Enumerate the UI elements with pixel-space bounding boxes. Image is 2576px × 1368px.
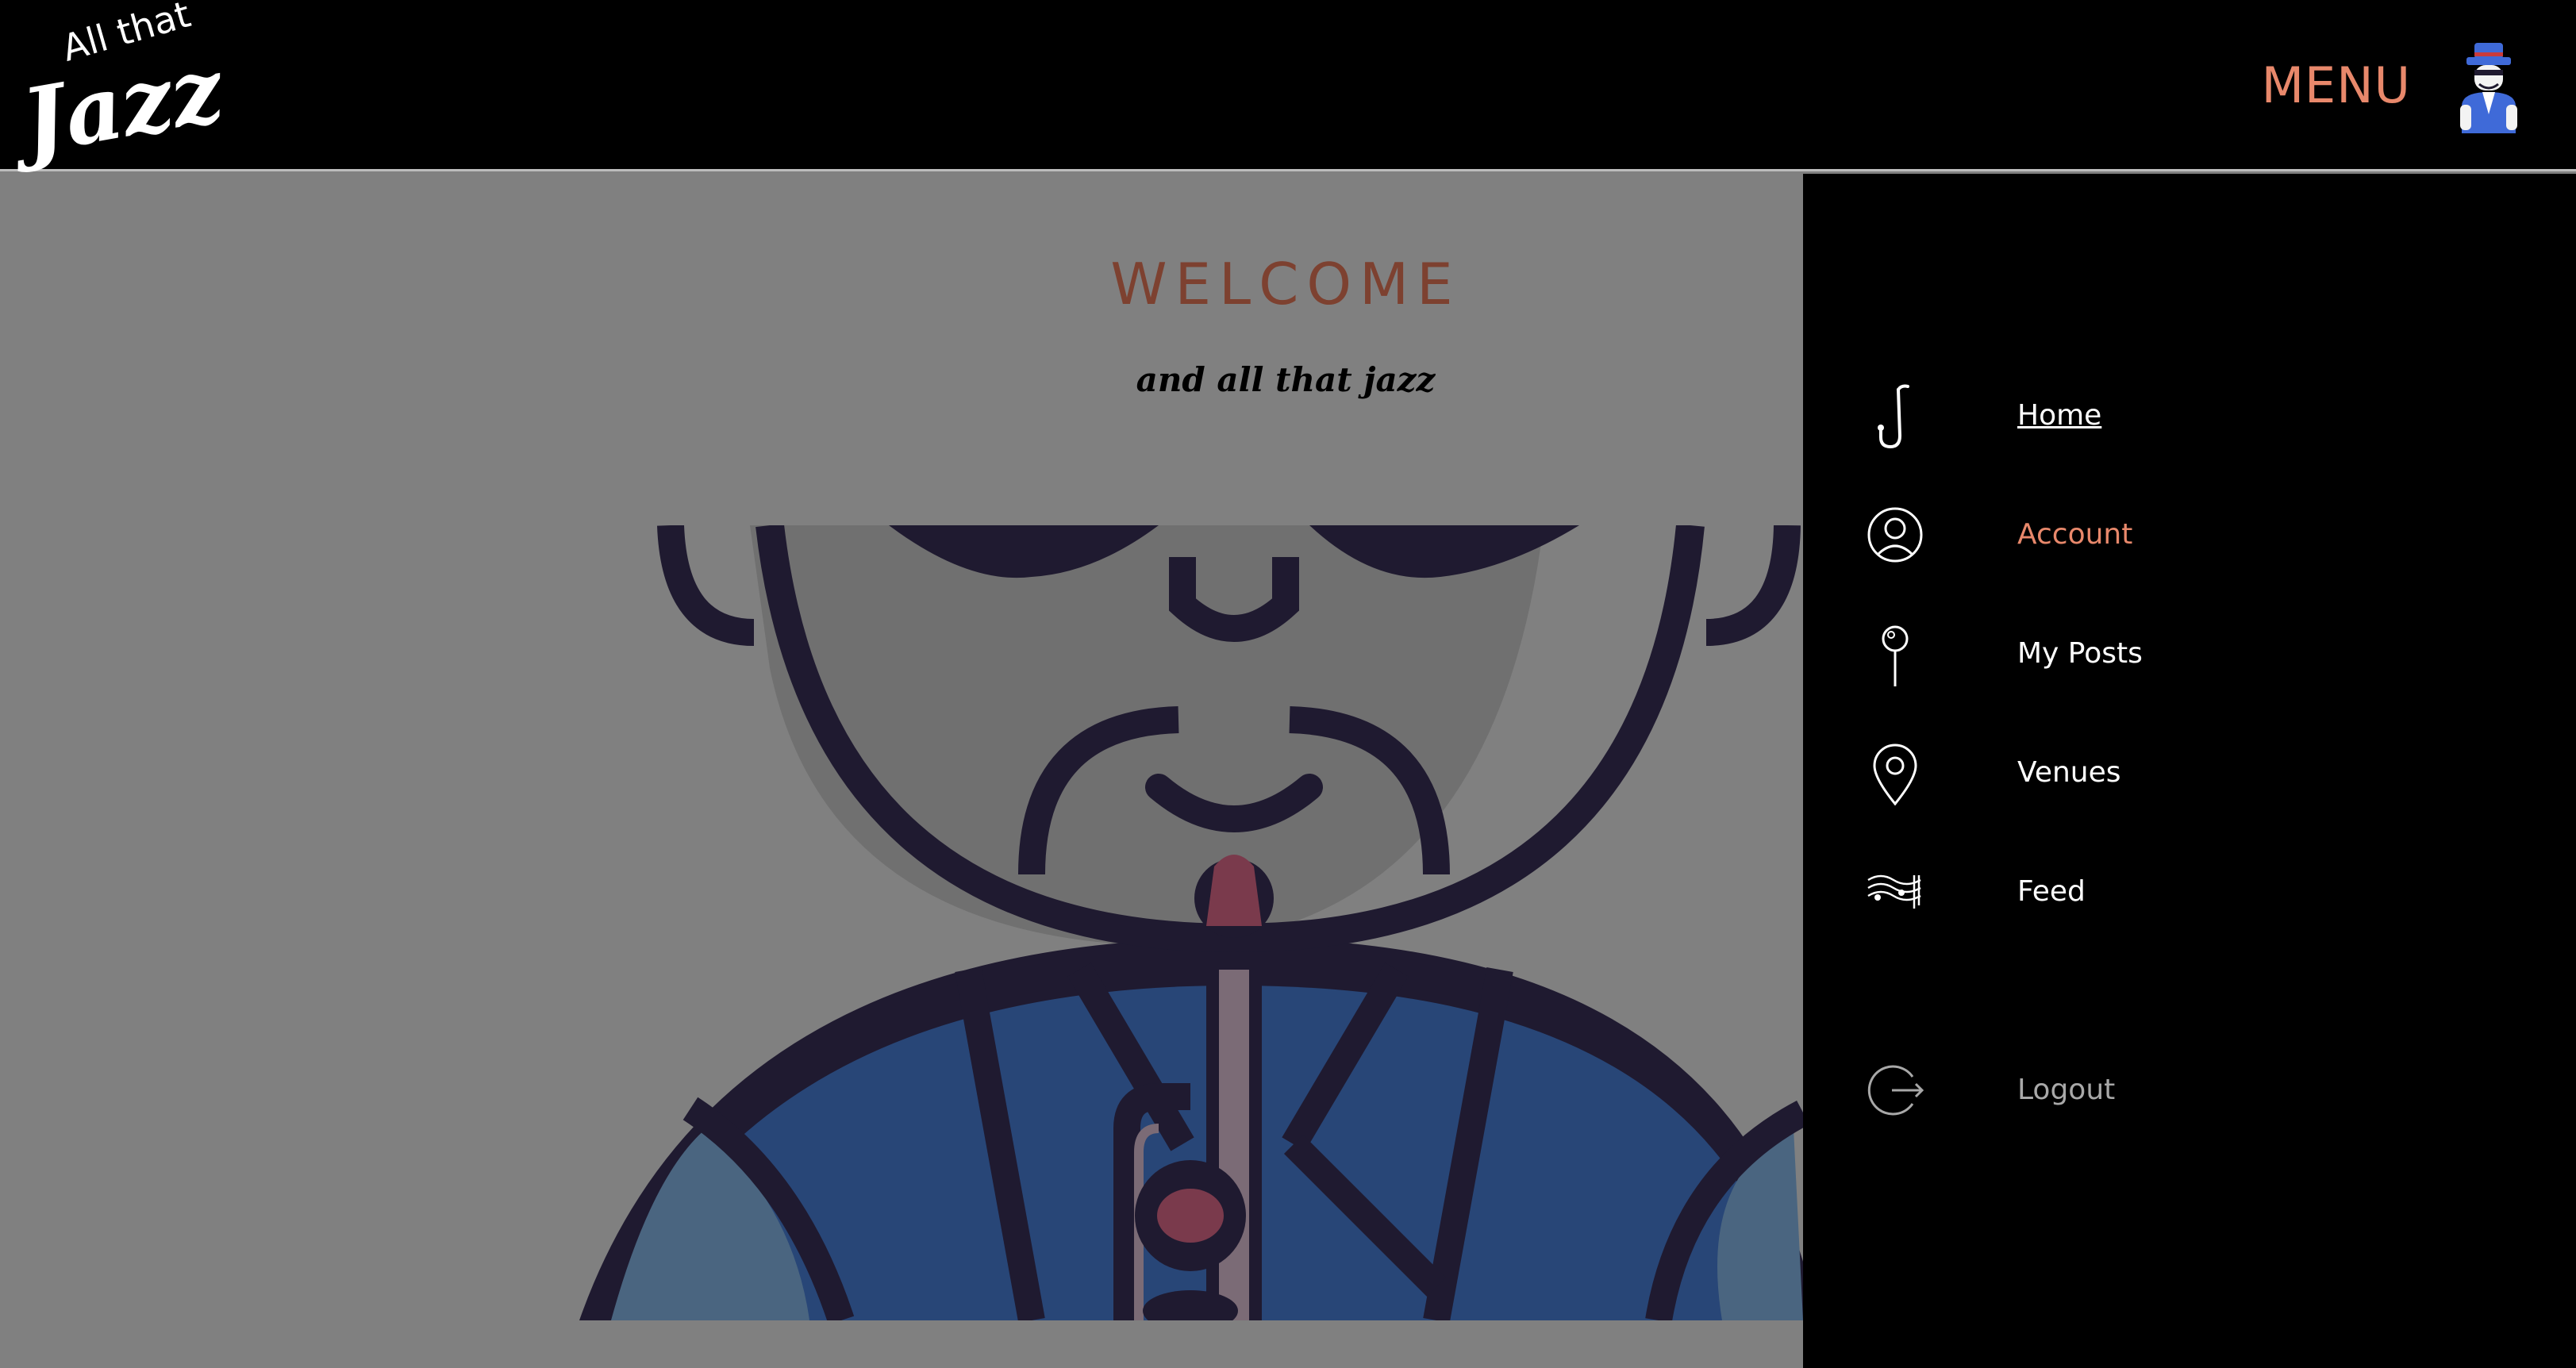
menu-item-label: Venues (2017, 756, 2121, 789)
map-marker-icon (1865, 737, 1925, 809)
user-circle-icon (1865, 499, 1925, 571)
menu-item-label: My Posts (2017, 637, 2143, 670)
menu-toggle-button[interactable]: MENU (2262, 54, 2411, 117)
menu-item-label: Account (2017, 518, 2133, 551)
menu-item-feed[interactable]: Feed (1865, 856, 2341, 928)
user-avatar[interactable] (2455, 40, 2522, 133)
logout-button[interactable]: Logout (1865, 1055, 2341, 1126)
top-header: All that Jazz MENU (0, 0, 2576, 175)
logout-label: Logout (2017, 1074, 2116, 1106)
logo-text-main: Jazz (14, 37, 231, 175)
menu-item-my-posts[interactable]: My Posts (1865, 618, 2341, 690)
menu-item-venues[interactable]: Venues (1865, 737, 2341, 809)
pin-icon (1865, 618, 1925, 690)
menu-item-label: Home (2017, 399, 2102, 432)
menu-item-home[interactable]: Home (1865, 380, 2341, 452)
menu-item-label: Feed (2017, 875, 2086, 908)
music-sheet-icon (1865, 856, 1925, 928)
saxophone-icon (1865, 380, 1925, 452)
welcome-title: WELCOME (1110, 251, 1461, 317)
logout-icon (1865, 1055, 1925, 1126)
menu-item-account[interactable]: Account (1865, 499, 2341, 571)
welcome-tagline: and all that jazz (1136, 360, 1436, 399)
side-menu-panel: Home Account My Posts Venues Feed Logout (1803, 174, 2576, 1368)
app-logo[interactable]: All that Jazz (14, 0, 230, 175)
saxophone-player-illustration (556, 525, 1803, 1320)
